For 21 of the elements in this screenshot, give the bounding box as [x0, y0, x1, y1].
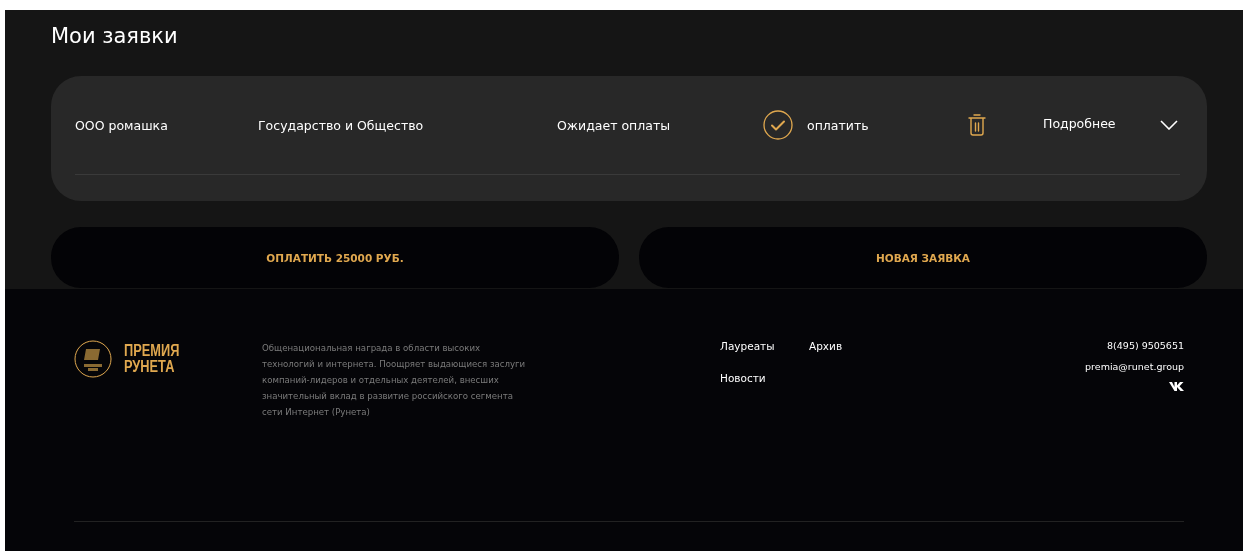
details-link[interactable]: Подробнее [1043, 115, 1160, 131]
company-name: ООО ромашка [75, 117, 169, 133]
chevron-icon[interactable] [1160, 120, 1178, 130]
logo-text: ПРЕМИЯ РУНЕТА [124, 343, 180, 375]
new-application-button[interactable]: НОВАЯ ЗАЯВКА [639, 227, 1207, 288]
page-title: Мои заявки [51, 23, 179, 50]
vk-icon[interactable] [1169, 382, 1184, 391]
phone-link[interactable]: 8(495) 9505651 [1107, 340, 1184, 351]
footer-nav-link[interactable]: Архив [809, 340, 843, 354]
footer-nav-link[interactable]: Лауреаты [720, 340, 775, 354]
pay-link[interactable]: оплатить [807, 117, 968, 133]
logo[interactable]: ПРЕМИЯ РУНЕТА [74, 340, 262, 378]
check-circle-icon [763, 110, 793, 140]
footer-nav-link[interactable]: Новости [720, 372, 766, 386]
trash-icon[interactable] [968, 113, 986, 137]
email-link[interactable]: premia@runet.group [1085, 361, 1184, 372]
pay-button[interactable]: ОПЛАТИТЬ 25000 РУБ. [51, 227, 619, 288]
nomination-name: Государство и Общество [258, 117, 425, 133]
status-text: Ожидает оплаты [557, 117, 672, 133]
award-emblem-icon [74, 340, 112, 378]
footer-description: Общенациональная награда в области высоких технологий и интернета. Поощряет выдающиеся заслуги компаний-лидеров и отдельных деятелей, внесших значительный вклад в развитие российского сегмента сети Интернет (Рунета) [262, 342, 527, 419]
